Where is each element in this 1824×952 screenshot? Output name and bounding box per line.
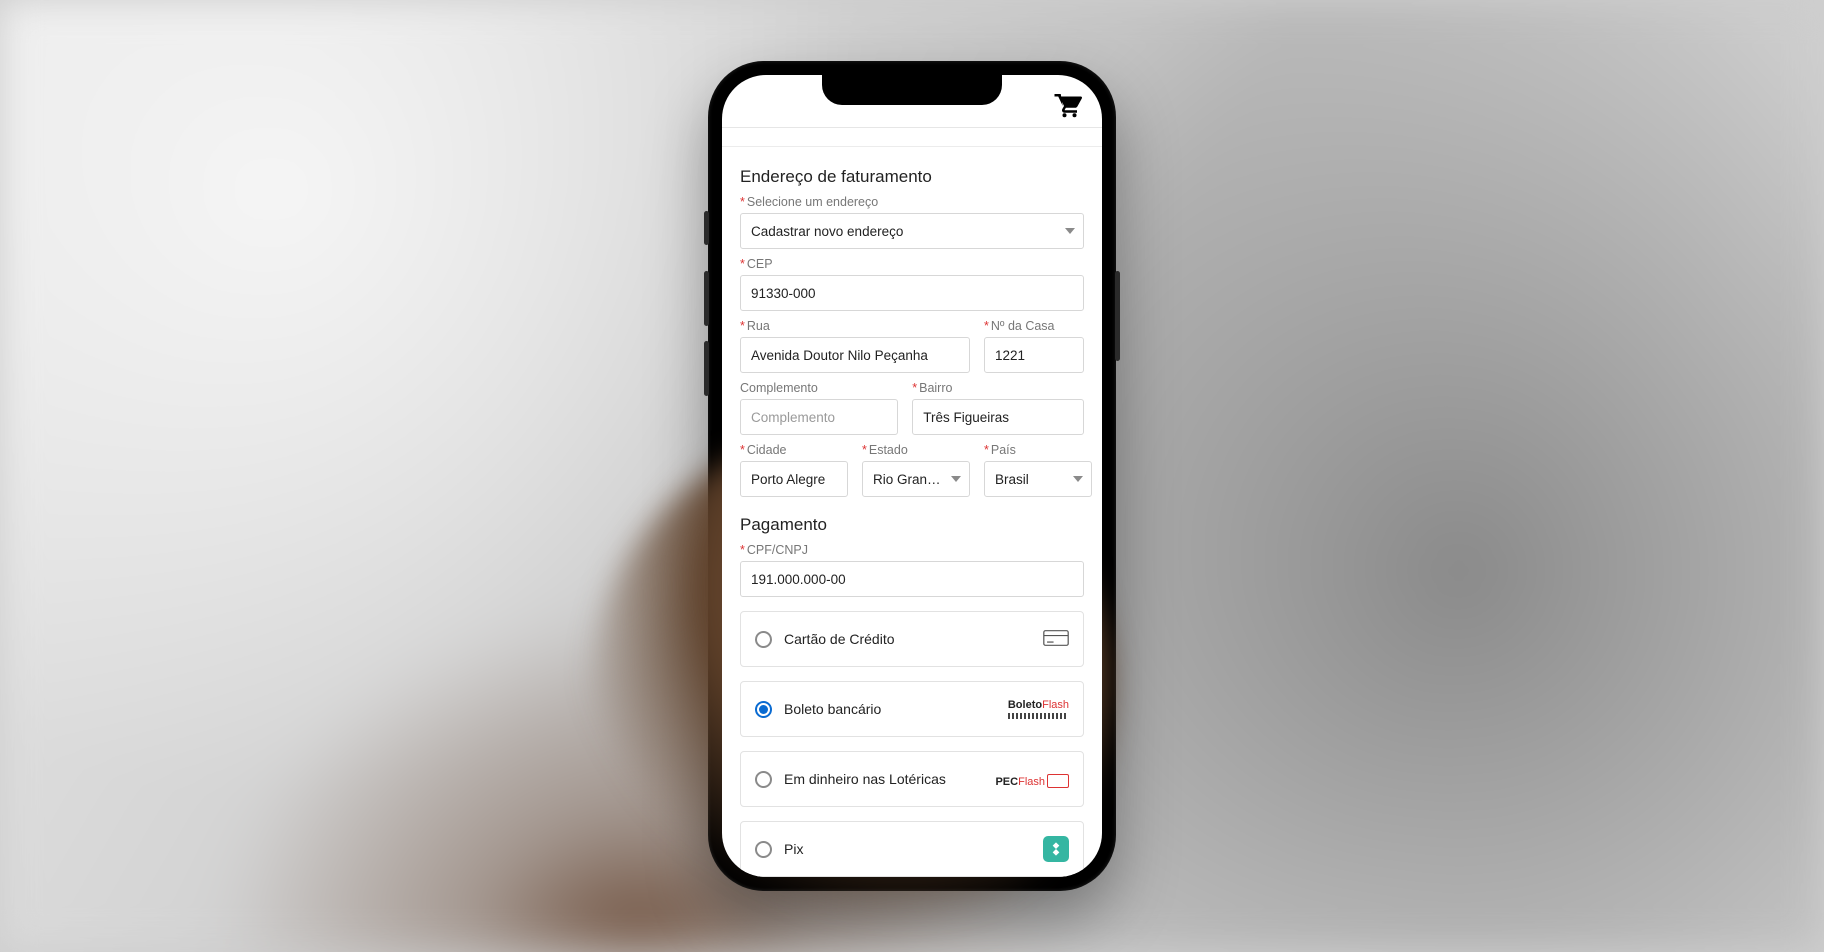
cpf-input[interactable]: 191.000.000-00 bbox=[740, 561, 1084, 597]
select-address-dropdown[interactable]: Cadastrar novo endereço bbox=[740, 213, 1084, 249]
select-address-label: *Selecione um endereço bbox=[740, 195, 1084, 209]
mute-switch bbox=[704, 211, 709, 245]
pix-icon bbox=[1043, 836, 1069, 862]
spacer bbox=[722, 128, 1102, 147]
payment-option-pix[interactable]: Pix bbox=[740, 821, 1084, 877]
payment-label: Pix bbox=[784, 841, 803, 857]
pec-flash-logo: PECFlash bbox=[995, 771, 1069, 788]
radio-checked-icon bbox=[755, 701, 772, 718]
volume-down bbox=[704, 341, 709, 396]
phone-frame: Endereço de faturamento *Selecione um en… bbox=[708, 61, 1116, 891]
payment-option-boleto[interactable]: Boleto bancário BoletoFlash bbox=[740, 681, 1084, 737]
district-input[interactable]: Três Figueiras bbox=[912, 399, 1084, 435]
city-label: *Cidade bbox=[740, 443, 848, 457]
radio-unchecked-icon bbox=[755, 771, 772, 788]
cep-label: *CEP bbox=[740, 257, 1084, 271]
number-label: *Nº da Casa bbox=[984, 319, 1084, 333]
state-label: *Estado bbox=[862, 443, 970, 457]
payment-label: Cartão de Crédito bbox=[784, 631, 895, 647]
app-screen: Endereço de faturamento *Selecione um en… bbox=[722, 75, 1102, 877]
payment-option-credit-card[interactable]: Cartão de Crédito bbox=[740, 611, 1084, 667]
payment-heading: Pagamento bbox=[740, 515, 1084, 535]
street-input[interactable]: Avenida Doutor Nilo Peçanha bbox=[740, 337, 970, 373]
country-dropdown[interactable]: Brasil bbox=[984, 461, 1092, 497]
volume-up bbox=[704, 271, 709, 326]
cep-input[interactable]: 91330-000 bbox=[740, 275, 1084, 311]
chevron-down-icon bbox=[951, 476, 961, 482]
radio-unchecked-icon bbox=[755, 841, 772, 858]
payment-label: Em dinheiro nas Lotéricas bbox=[784, 771, 946, 787]
power-button bbox=[1115, 271, 1120, 361]
billing-heading: Endereço de faturamento bbox=[740, 167, 1084, 187]
number-input[interactable]: 1221 bbox=[984, 337, 1084, 373]
cart-icon[interactable] bbox=[1052, 89, 1082, 119]
payment-option-loterica[interactable]: Em dinheiro nas Lotéricas PECFlash bbox=[740, 751, 1084, 807]
select-address-value: Cadastrar novo endereço bbox=[751, 224, 903, 239]
boleto-flash-logo: BoletoFlash bbox=[1008, 700, 1069, 719]
city-input[interactable]: Porto Alegre bbox=[740, 461, 848, 497]
cpf-label: *CPF/CNPJ bbox=[740, 543, 1084, 557]
radio-unchecked-icon bbox=[755, 631, 772, 648]
payment-label: Boleto bancário bbox=[784, 701, 881, 717]
country-label: *País bbox=[984, 443, 1092, 457]
district-label: *Bairro bbox=[912, 381, 1084, 395]
complement-label: Complemento bbox=[740, 381, 898, 395]
complement-input[interactable]: Complemento bbox=[740, 399, 898, 435]
credit-card-icon bbox=[1043, 628, 1069, 651]
chevron-down-icon bbox=[1065, 228, 1075, 234]
street-label: *Rua bbox=[740, 319, 970, 333]
chevron-down-icon bbox=[1073, 476, 1083, 482]
notch bbox=[822, 75, 1002, 105]
state-dropdown[interactable]: Rio Gran… bbox=[862, 461, 970, 497]
